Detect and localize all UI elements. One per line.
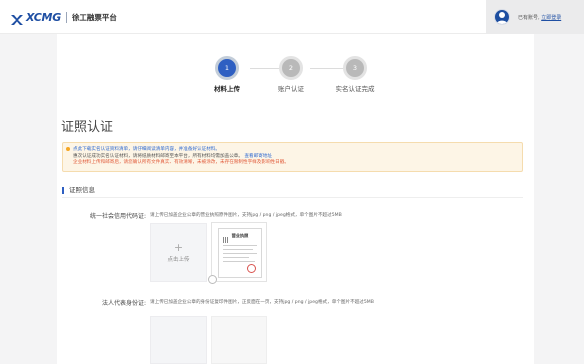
step-1: 1 材料上传 [197,56,257,93]
notice-text: 惠次认证成功实名认证材料，请将纸质材料邮寄至本平台，所有材料均需加盖公章。 [73,153,243,159]
credit-code-hint: 请上传已加盖企业公章的营业执照原件图片，支持jpg / png / jpeg格式… [150,213,342,218]
credit-code-label: 统一社会信用代码证: [89,213,146,220]
brand-name: XCMG [26,10,61,24]
user-avatar-icon[interactable] [494,9,510,25]
user-status-text: 已有账号, [518,14,540,21]
credit-code-upload-button[interactable]: + 点击上传 [150,223,207,282]
legal-rep-id-label: 法人代表身份证: [101,300,146,307]
legal-rep-id-upload-button[interactable] [150,316,207,364]
license-sample-frame: 营业执照 [218,228,262,278]
step-indicator: 1 材料上传 2 账户认证 3 实名认证完成 [207,56,387,96]
section-divider [62,197,523,198]
sample-line [223,261,255,262]
logo-divider [65,11,67,23]
step-3-circle: 3 [343,56,367,80]
license-sample-image: 营业执照 [208,222,267,284]
warning-icon [66,147,70,151]
legal-rep-id-hint: 请上传已加盖企业公章的身份证复印件图片，正反面在一页，支持jpg / png /… [150,300,374,305]
sample-line [223,245,257,246]
step-2-label: 账户认证 [278,85,304,93]
step-3: 3 实名认证完成 [325,56,385,93]
user-status: 已有账号, 立即登录 [518,14,561,21]
sample-line [223,249,253,250]
login-link[interactable]: 立即登录 [541,15,561,21]
upload-text: 点击上传 [167,257,190,263]
seal-stamp-icon [247,264,256,273]
user-area: 已有账号, 立即登录 [486,0,584,34]
platform-name: 徐工融票平台 [71,12,117,22]
step-1-label: 材料上传 [214,85,240,93]
step-3-label: 实名认证完成 [335,85,375,93]
notice-warning-text: 企业材料上传和邮寄后，请您确认所有文件真实、有效清晰，未被涂改，未存在限制性字样… [73,160,289,166]
sample-line [223,257,249,258]
xcmg-logo-icon [10,11,24,25]
step-2-circle: 2 [279,56,303,80]
step-1-circle: 1 [215,56,239,80]
top-bar: XCMG 徐工融票平台 已有账号, 立即登录 [0,0,584,34]
sample-line [223,253,257,254]
notice-box: 点此下载实名认证资料清单，请仔细阅读清单内容，并准备好认证材料。 惠次认证成功实… [62,142,523,172]
main-content: 1 材料上传 2 账户认证 3 实名认证完成 证照认证 点此下载实名认证资料清单… [57,34,534,364]
section-title: 证照信息 [62,187,95,194]
qr-code-icon [223,237,229,243]
logo[interactable]: XCMG 徐工融票平台 [10,10,117,25]
mailing-address-link[interactable]: 查看邮寄地址 [244,154,272,159]
id-card-sample-image [211,316,267,364]
plus-icon: + [173,241,184,254]
page-title: 证照认证 [61,120,114,135]
step-2: 2 账户认证 [261,56,321,93]
zoom-icon[interactable] [208,275,217,284]
notice-download-link[interactable]: 点此下载实名认证资料清单，请仔细阅读清单内容，并准备好认证材料。 [73,147,518,154]
